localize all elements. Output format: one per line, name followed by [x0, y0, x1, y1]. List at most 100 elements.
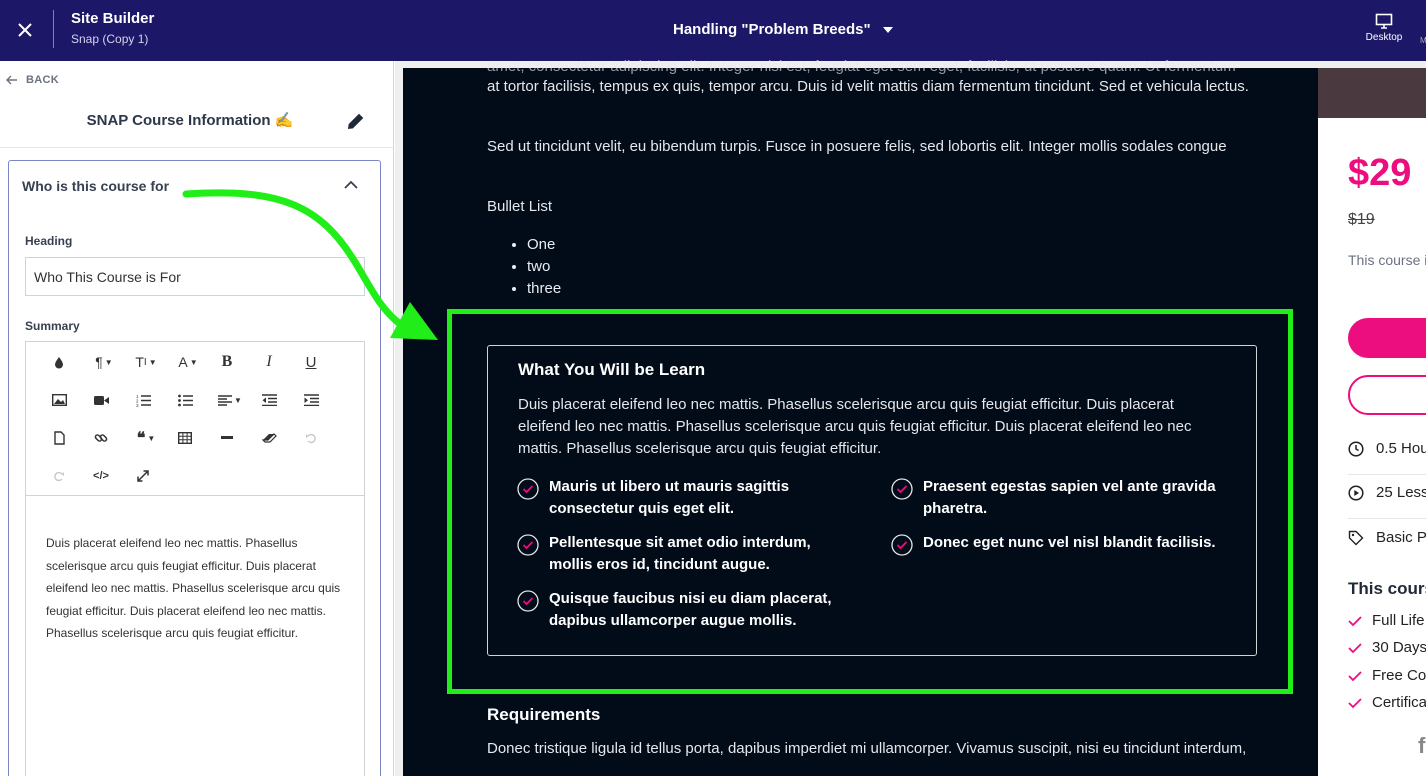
table-icon[interactable]	[168, 423, 202, 453]
learn-item-text: Mauris ut libero ut mauris sagittis cons…	[549, 478, 790, 517]
desktop-label: Desktop	[1365, 32, 1403, 43]
desktop-view-button[interactable]: Desktop	[1362, 13, 1406, 43]
list-item: three	[527, 278, 561, 300]
close-icon[interactable]	[14, 19, 36, 41]
learn-item-text: Quisque faucibus nisi eu diam placerat, …	[549, 590, 832, 629]
outdent-icon[interactable]	[252, 385, 286, 415]
divider	[53, 10, 54, 48]
learn-item: Pellentesque sit amet odio interdum, mol…	[517, 532, 837, 576]
learn-description: Duis placerat eleifend leo nec mattis. P…	[518, 396, 1192, 457]
who-is-this-course-for-card: Who is this course for Heading Summary ¶…	[8, 160, 381, 776]
check-icon	[1348, 697, 1362, 708]
font-size-icon[interactable]: T I ▼	[126, 347, 166, 377]
ordered-list-icon[interactable]: 123	[126, 385, 160, 415]
learn-item: Donec eget nunc vel nisl blandit facilis…	[891, 532, 1231, 556]
card-title: Who is this course for	[22, 178, 170, 194]
includes-text: Full Life	[1372, 612, 1425, 629]
pricing-description: This course is a premium m	[1348, 252, 1426, 268]
mobile-view-label[interactable]: M	[1420, 36, 1426, 45]
code-view-icon[interactable]: </>	[84, 461, 118, 491]
editor-toolbar: ¶ ▼ T I ▼ A ▼ B I U 123 ▼ ❝ ▼ </>	[26, 342, 364, 496]
chevron-up-icon[interactable]	[343, 178, 359, 197]
undo-icon[interactable]	[294, 423, 328, 453]
image-icon[interactable]	[42, 385, 76, 415]
duration-meta: 0.5 Hou	[1348, 440, 1426, 457]
redo-icon[interactable]	[42, 461, 76, 491]
page-selector[interactable]: Handling "Problem Breeds"	[673, 21, 893, 38]
old-price: $19	[1348, 211, 1375, 228]
eraser-icon[interactable]	[252, 423, 286, 453]
horizontal-line-icon[interactable]	[210, 423, 244, 453]
summary-text[interactable]: Duis placerat eleifend leo nec mattis. P…	[46, 532, 346, 645]
enroll-button[interactable]	[1348, 318, 1426, 358]
site-name: Snap (Copy 1)	[71, 32, 149, 46]
section-title: SNAP Course Information ✍️	[86, 112, 294, 129]
pricing-panel: $29 $19 This course is a premium m 0.5 H…	[1318, 68, 1426, 776]
check-icon	[1348, 670, 1362, 681]
price: $29	[1348, 152, 1412, 194]
arrow-left-icon	[6, 75, 17, 85]
summary-label: Summary	[25, 319, 80, 333]
caret-down-icon	[882, 26, 893, 33]
check-circle-icon	[517, 534, 539, 556]
list-item: One	[527, 234, 561, 256]
bullet-list-heading: Bullet List	[487, 198, 553, 215]
level-text: Basic P	[1376, 529, 1426, 546]
align-icon[interactable]: ▼	[210, 385, 250, 415]
facebook-icon[interactable]: f	[1418, 733, 1425, 759]
page-selector-label: Handling "Problem Breeds"	[673, 21, 871, 38]
learn-item-text: Donec eget nunc vel nisl blandit facilis…	[923, 534, 1216, 551]
paragraph-format-icon[interactable]: ¶ ▼	[84, 347, 124, 377]
check-circle-icon	[517, 478, 539, 500]
bold-icon[interactable]: B	[210, 347, 244, 377]
learn-item: Quisque faucibus nisi eu diam placerat, …	[517, 588, 837, 632]
monitor-icon	[1375, 13, 1393, 29]
bullet-list: One two three	[527, 234, 561, 300]
lessons-text: 25 Less	[1376, 484, 1426, 501]
learn-item-text: Praesent egestas sapien vel ante gravida…	[923, 478, 1216, 517]
learn-item: Praesent egestas sapien vel ante gravida…	[891, 476, 1231, 520]
check-circle-icon	[891, 534, 913, 556]
level-meta: Basic P	[1348, 529, 1426, 546]
video-icon[interactable]	[84, 385, 118, 415]
back-button[interactable]: BACK	[6, 74, 59, 86]
file-icon[interactable]	[42, 423, 76, 453]
paragraph: Sed ut tincidunt velit, eu bibendum turp…	[487, 138, 1227, 155]
learn-item: Mauris ut libero ut mauris sagittis cons…	[517, 476, 837, 520]
font-family-icon[interactable]: A ▼	[168, 347, 208, 377]
divider	[1348, 474, 1426, 475]
duration-text: 0.5 Hou	[1376, 440, 1426, 457]
text-color-icon[interactable]	[42, 347, 76, 377]
underline-icon[interactable]: U	[294, 347, 328, 377]
sidebar: BACK SNAP Course Information ✍️ Who is t…	[0, 61, 394, 776]
divider	[0, 147, 393, 148]
check-circle-icon	[517, 590, 539, 612]
quote-icon[interactable]: ❝ ▼	[126, 423, 166, 453]
includes-item: 30 Days	[1348, 639, 1426, 656]
back-label: BACK	[26, 74, 59, 86]
fullscreen-icon[interactable]	[126, 461, 160, 491]
check-icon	[1348, 642, 1362, 653]
heading-input[interactable]	[25, 257, 365, 296]
course-image	[1318, 68, 1426, 118]
includes-item: Free Co	[1348, 667, 1426, 684]
link-icon[interactable]	[84, 423, 118, 453]
what-you-will-learn-section[interactable]: What You Will be Learn Duis placerat ele…	[487, 345, 1257, 656]
course-preview-content: amet, consectetur adipiscing elit. Integ…	[403, 58, 1318, 776]
secondary-button[interactable]	[1348, 375, 1426, 415]
paragraph-partial: amet, consectetur adipiscing elit. Integ…	[487, 58, 1236, 75]
includes-item: Certifica	[1348, 694, 1426, 711]
paragraph: at tortor facilisis, tempus ex quis, tem…	[487, 78, 1249, 95]
includes-text: 30 Days	[1372, 639, 1426, 656]
indent-icon[interactable]	[294, 385, 328, 415]
italic-icon[interactable]: I	[252, 347, 286, 377]
learn-title: What You Will be Learn	[518, 360, 706, 379]
svg-text:3: 3	[136, 403, 139, 407]
edit-pencil-icon[interactable]	[346, 111, 366, 136]
includes-item: Full Life	[1348, 612, 1425, 629]
includes-title: This cours	[1348, 579, 1426, 598]
rich-text-editor[interactable]: ¶ ▼ T I ▼ A ▼ B I U 123 ▼ ❝ ▼ </> Duis p…	[25, 341, 365, 776]
unordered-list-icon[interactable]	[168, 385, 202, 415]
clock-icon	[1348, 440, 1364, 457]
requirements-title: Requirements	[487, 705, 601, 724]
